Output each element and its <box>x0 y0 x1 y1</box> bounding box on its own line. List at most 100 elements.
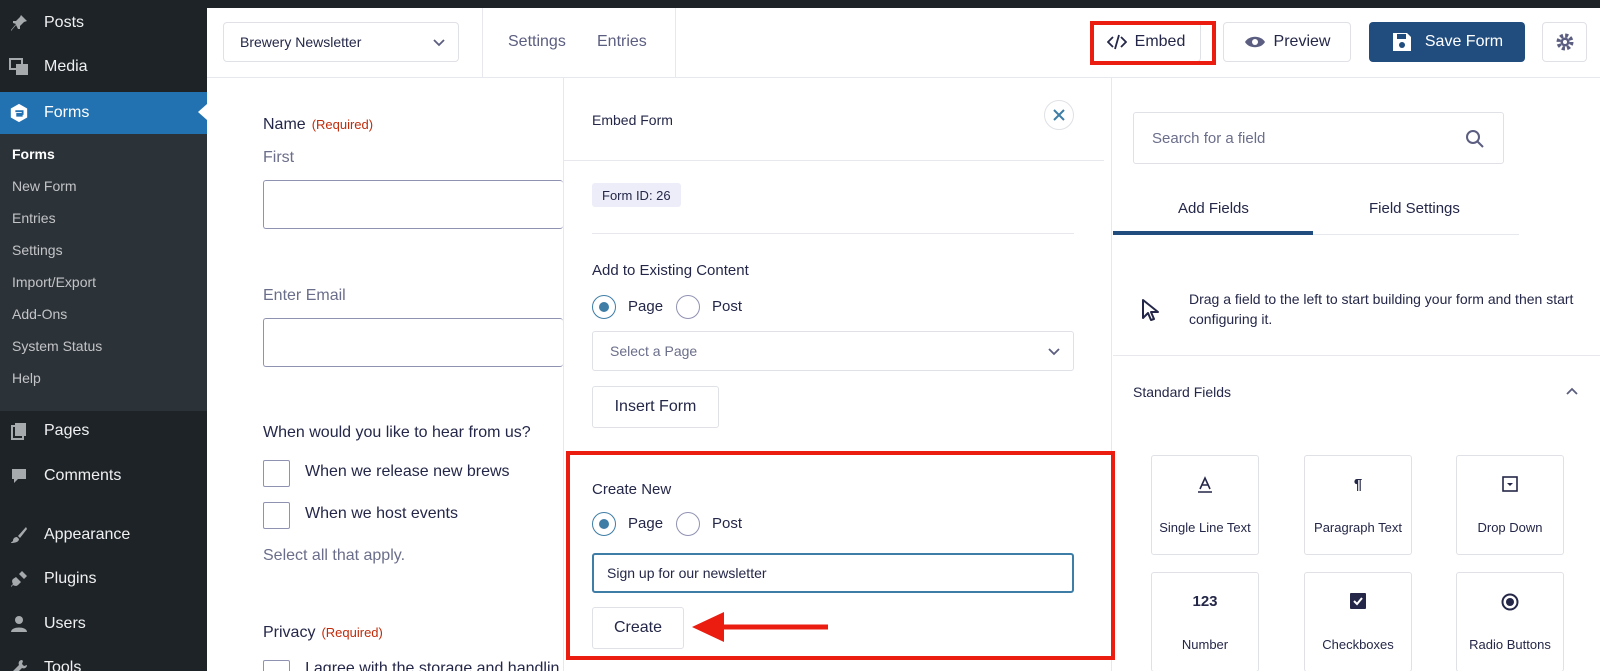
settings-gear-button[interactable] <box>1542 22 1587 62</box>
submenu-help[interactable]: Help <box>12 370 41 386</box>
form-id-badge: Form ID: 26 <box>592 183 681 207</box>
field-tile-label: Paragraph Text <box>1314 520 1402 535</box>
entries-link[interactable]: Entries <box>597 33 647 51</box>
field-single-line-text[interactable]: Single Line Text <box>1151 455 1259 555</box>
menu-item-posts[interactable]: Posts <box>0 3 207 43</box>
email-input[interactable] <box>263 318 563 367</box>
field-checkboxes[interactable]: Checkboxes <box>1304 572 1412 671</box>
checkbox-new-brews[interactable] <box>263 460 290 487</box>
submenu-add-ons[interactable]: Add-Ons <box>12 306 67 322</box>
tab-add-fields[interactable]: Add Fields <box>1178 200 1249 217</box>
menu-item-pages[interactable]: Pages <box>0 411 207 451</box>
insert-form-button[interactable]: Insert Form <box>592 386 719 428</box>
form-name: Brewery Newsletter <box>240 34 362 50</box>
required-indicator: (Required) <box>311 117 374 132</box>
radio-label: Page <box>628 298 664 315</box>
menu-item-users[interactable]: Users <box>0 604 207 644</box>
field-drop-down[interactable]: Drop Down <box>1456 455 1564 555</box>
menu-item-media[interactable]: Media <box>0 47 207 87</box>
red-arrow-icon <box>692 612 828 642</box>
menu-label: Pages <box>44 422 90 439</box>
menu-label: Users <box>44 615 86 632</box>
wp-admin-bar <box>0 0 1600 8</box>
forms-submenu: Forms New Form Entries Settings Import/E… <box>0 134 207 411</box>
menu-label: Appearance <box>44 526 131 543</box>
menu-label: Tools <box>44 659 82 671</box>
plugin-icon <box>9 569 29 589</box>
wrench-icon <box>9 658 29 671</box>
eye-icon <box>1244 36 1265 48</box>
select-page-dropdown[interactable]: Select a Page <box>592 331 1074 371</box>
settings-link[interactable]: Settings <box>508 33 566 51</box>
form-editor-toolbar: Brewery Newsletter Settings Entries Embe… <box>207 8 1600 78</box>
submenu-forms[interactable]: Forms <box>12 146 55 162</box>
wp-admin-sidebar: Posts Media Forms Forms New Form Entries… <box>0 0 207 671</box>
chevron-down-icon <box>432 35 446 52</box>
tab-field-settings[interactable]: Field Settings <box>1369 200 1460 217</box>
search-placeholder: Search for a field <box>1152 129 1266 147</box>
menu-item-appearance[interactable]: Appearance <box>0 515 207 555</box>
gravity-forms-icon <box>9 103 29 123</box>
save-form-button[interactable]: Save Form <box>1369 22 1525 62</box>
menu-item-tools[interactable]: Tools <box>0 648 207 671</box>
field-tile-label: Drop Down <box>1477 520 1543 535</box>
chevron-up-icon[interactable] <box>1565 384 1579 403</box>
submenu-import-export[interactable]: Import/Export <box>12 274 96 290</box>
preview-button[interactable]: Preview <box>1223 22 1351 62</box>
select-placeholder: Select a Page <box>610 343 698 359</box>
field-search-input[interactable]: Search for a field <box>1133 112 1504 164</box>
field-label-name: Name (Required) <box>263 116 374 133</box>
save-label: Save Form <box>1424 33 1504 50</box>
checkbox-privacy[interactable] <box>263 660 290 671</box>
menu-item-plugins[interactable]: Plugins <box>0 559 207 599</box>
menu-label: Forms <box>44 104 90 121</box>
field-label-privacy: Privacy (Required) <box>263 624 383 641</box>
menu-label: Posts <box>44 14 85 31</box>
field-paragraph-text[interactable]: ¶ Paragraph Text <box>1304 455 1412 555</box>
field-tile-label: Radio Buttons <box>1469 637 1551 652</box>
checkbox-label: I agree with the storage and handlin <box>305 660 560 671</box>
standard-fields-title: Standard Fields <box>1133 384 1232 400</box>
menu-label: Media <box>44 58 88 75</box>
cursor-pointer-icon <box>1141 298 1161 327</box>
highlight-box-embed-overlay <box>1090 21 1216 65</box>
field-radio-buttons[interactable]: Radio Buttons <box>1456 572 1564 671</box>
checkbox-events[interactable] <box>263 502 290 529</box>
form-switcher-dropdown[interactable]: Brewery Newsletter <box>223 22 459 62</box>
toolbar-divider <box>675 8 676 78</box>
search-icon <box>1465 129 1485 153</box>
radio-existing-page[interactable] <box>592 295 616 319</box>
field-tile-label: Single Line Text <box>1159 520 1251 535</box>
field-number[interactable]: 123 Number <box>1151 572 1259 671</box>
save-icon <box>1392 33 1411 51</box>
checkbox-label: When we host events <box>305 505 458 522</box>
checkbox-label: When we release new brews <box>305 463 510 480</box>
close-button[interactable] <box>1044 100 1074 130</box>
submenu-new-form[interactable]: New Form <box>12 178 77 194</box>
menu-label: Comments <box>44 467 122 484</box>
submenu-entries[interactable]: Entries <box>12 210 56 226</box>
number-icon: 123 <box>1192 593 1218 610</box>
preview-label: Preview <box>1273 33 1331 50</box>
embed-panel-title: Embed Form <box>592 112 673 128</box>
submenu-settings[interactable]: Settings <box>12 242 63 258</box>
radio-existing-post[interactable] <box>676 295 700 319</box>
submenu-system-status[interactable]: System Status <box>12 338 102 354</box>
dropdown-icon <box>1457 476 1563 496</box>
user-icon <box>9 614 29 634</box>
gear-icon <box>1556 33 1573 51</box>
menu-item-forms[interactable]: Forms <box>0 92 207 134</box>
field-tile-label: Number <box>1181 637 1229 652</box>
paragraph-icon: ¶ <box>1353 476 1363 493</box>
field-label-email: Enter Email <box>263 287 346 304</box>
divider <box>1113 355 1600 356</box>
highlight-box-create-new <box>566 451 1115 660</box>
media-icon <box>9 57 29 77</box>
menu-label: Plugins <box>44 570 97 587</box>
tab-active-indicator <box>1113 231 1313 235</box>
menu-item-comments[interactable]: Comments <box>0 456 207 496</box>
name-first-input[interactable] <box>263 180 563 229</box>
close-icon <box>1053 109 1065 121</box>
field-description: Select all that apply. <box>263 547 406 564</box>
field-tile-label: Checkboxes <box>1322 637 1394 652</box>
